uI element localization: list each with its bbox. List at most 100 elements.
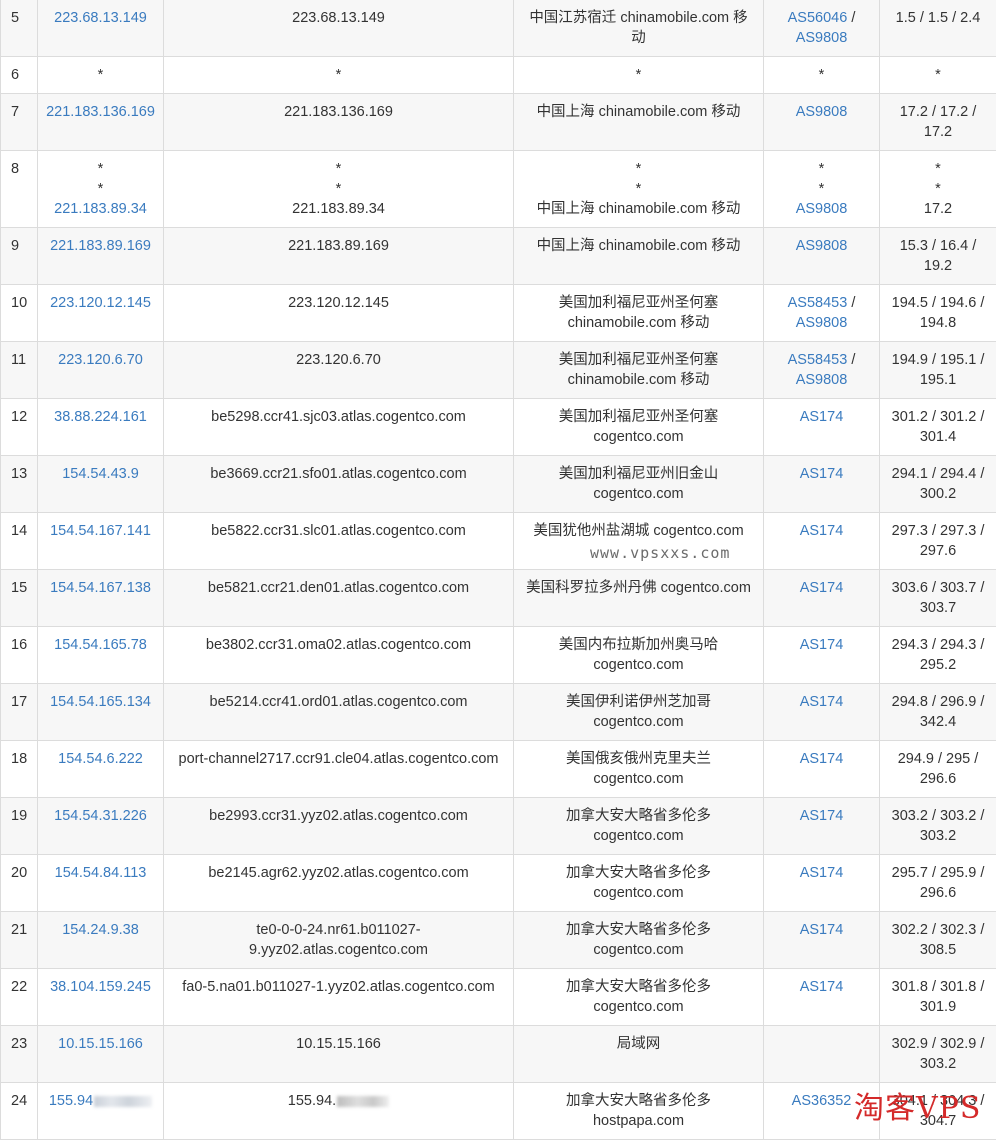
ip-cell: 154.54.43.9 (38, 456, 164, 513)
latency-cell: 302.9 / 302.9 /303.2 (880, 1026, 996, 1083)
ip-link[interactable]: 154.54.167.138 (50, 580, 151, 596)
ip-line: * (44, 179, 157, 199)
hostname-text: be3802.ccr31.oma02.atlas.cogentco.com (206, 637, 471, 653)
hop-number: 5 (1, 0, 38, 57)
latency-cell: 297.3 / 297.3 /297.6 (880, 513, 996, 570)
ip-text: 154.54.43.9 (62, 466, 139, 482)
location-line: 中国上海 chinamobile.com 移动 (520, 102, 757, 122)
latency-cell: 302.2 / 302.3 /308.5 (880, 912, 996, 969)
asn-link[interactable]: AS174 (770, 464, 873, 484)
table-row: 16154.54.165.78be3802.ccr31.oma02.atlas.… (1, 627, 996, 684)
hostname-cell: 221.183.136.169 (164, 94, 514, 151)
ip-link[interactable]: 154.54.84.113 (55, 865, 147, 881)
ip-link[interactable]: 154.54.167.141 (50, 523, 151, 539)
latency-line: 194.8 (886, 313, 990, 333)
asn-link[interactable]: AS58453 (788, 352, 848, 368)
location-line: 美国内布拉斯加州奥马哈 (520, 635, 757, 655)
location-line: cogentco.com (520, 997, 757, 1017)
location-line: cogentco.com (520, 655, 757, 675)
ip-link[interactable]: 154.54.165.78 (54, 637, 147, 653)
ip-link[interactable]: 223.68.13.149 (54, 10, 147, 26)
latency-cell: 294.1 / 294.4 /300.2 (880, 456, 996, 513)
latency-line: 342.4 (886, 712, 990, 732)
hostname-cell: 10.15.15.166 (164, 1026, 514, 1083)
asn-link[interactable]: AS9808 (770, 313, 873, 333)
ip-link[interactable]: 221.183.89.169 (50, 238, 151, 254)
latency-line: 294.3 / 294.3 / (886, 635, 990, 655)
hostname-text: 10.15.15.166 (296, 1036, 381, 1052)
asn-link[interactable]: AS9808 (770, 199, 873, 219)
latency-line: * (886, 179, 990, 199)
asn-link[interactable]: AS174 (770, 692, 873, 712)
table-row: 7221.183.136.169221.183.136.169中国上海 chin… (1, 94, 996, 151)
latency-line: 195.1 (886, 370, 990, 390)
latency-cell: 194.9 / 195.1 /195.1 (880, 342, 996, 399)
location-cell: 中国上海 chinamobile.com 移动 (514, 94, 764, 151)
ip-link[interactable]: 154.24.9.38 (62, 922, 139, 938)
ip-link[interactable]: 38.88.224.161 (54, 409, 147, 425)
ip-link[interactable]: 154.54.31.226 (54, 808, 147, 824)
ip-link[interactable]: 223.120.12.145 (50, 295, 151, 311)
asn-link[interactable]: AS174 (770, 407, 873, 427)
asn-link[interactable]: AS174 (770, 749, 873, 769)
location-cell: 中国上海 chinamobile.com 移动 (514, 228, 764, 285)
asn-link[interactable]: AS174 (770, 920, 873, 940)
hop-number: 15 (1, 570, 38, 627)
asn-link[interactable]: AS9808 (770, 28, 873, 48)
hostname-cell: be5214.ccr41.ord01.atlas.cogentco.com (164, 684, 514, 741)
latency-line: 17.2 / 17.2 / (886, 102, 990, 122)
asn-link[interactable]: AS174 (770, 635, 873, 655)
asn-link[interactable]: AS174 (770, 578, 873, 598)
latency-cell: 15.3 / 16.4 /19.2 (880, 228, 996, 285)
location-cell: * (514, 57, 764, 94)
ip-link[interactable]: 154.54.165.134 (50, 694, 151, 710)
latency-cell: 294.8 / 296.9 /342.4 (880, 684, 996, 741)
ip-link[interactable]: 154.54.43.9 (62, 466, 139, 482)
ip-text: * (98, 67, 104, 83)
latency-cell: * (880, 57, 996, 94)
ip-cell: 10.15.15.166 (38, 1026, 164, 1083)
ip-cell: 154.54.31.226 (38, 798, 164, 855)
asn-link[interactable]: AS174 (770, 977, 873, 997)
ip-link[interactable]: 10.15.15.166 (58, 1036, 143, 1052)
hop-number: 9 (1, 228, 38, 285)
latency-line: 297.3 / 297.3 / (886, 521, 990, 541)
hop-number: 17 (1, 684, 38, 741)
latency-line: 194.9 / 195.1 / (886, 350, 990, 370)
table-row: 24155.94155.94.加拿大安大略省多伦多hostpapa.comAS3… (1, 1083, 996, 1140)
hostname-cell: be3802.ccr31.oma02.atlas.cogentco.com (164, 627, 514, 684)
asn-link[interactable]: AS56046 (788, 10, 848, 26)
ip-cell: 155.94 (38, 1083, 164, 1140)
table-row: 15154.54.167.138be5821.ccr21.den01.atlas… (1, 570, 996, 627)
location-line: 美国科罗拉多州丹佛 cogentco.com (520, 578, 757, 598)
hop-number: 10 (1, 285, 38, 342)
ip-link[interactable]: 221.183.89.34 (44, 199, 157, 219)
asn-line: AS58453 / (770, 293, 873, 313)
asn-link[interactable]: AS58453 (788, 295, 848, 311)
ip-link[interactable]: 38.104.159.245 (50, 979, 151, 995)
table-row: 18154.54.6.222port-channel2717.ccr91.cle… (1, 741, 996, 798)
asn-cell: AS174 (764, 513, 880, 570)
ip-text: 221.183.89.169 (50, 238, 151, 254)
asn-link[interactable]: AS174 (770, 863, 873, 883)
hop-number: 19 (1, 798, 38, 855)
ip-link[interactable]: 221.183.136.169 (46, 104, 155, 120)
ip-link[interactable]: 155.94 (49, 1093, 152, 1109)
asn-link[interactable]: AS9808 (770, 370, 873, 390)
location-line: cogentco.com (520, 427, 757, 447)
asn-link[interactable]: AS174 (770, 806, 873, 826)
asn-link[interactable]: AS9808 (770, 236, 873, 256)
asn-link[interactable]: AS174 (770, 521, 873, 541)
location-line: 美国加利福尼亚州圣何塞 (520, 407, 757, 427)
table-row: 13154.54.43.9be3669.ccr21.sfo01.atlas.co… (1, 456, 996, 513)
ip-link[interactable]: 223.120.6.70 (58, 352, 143, 368)
ip-cell: 223.120.6.70 (38, 342, 164, 399)
location-line: 中国上海 chinamobile.com 移动 (520, 199, 757, 219)
ip-cell: 154.54.6.222 (38, 741, 164, 798)
ip-cell: 223.120.12.145 (38, 285, 164, 342)
asn-link[interactable]: AS9808 (770, 102, 873, 122)
ip-link[interactable]: 154.54.6.222 (58, 751, 143, 767)
location-line: 加拿大安大略省多伦多 (520, 806, 757, 826)
ip-text: 154.54.167.141 (50, 523, 151, 539)
ip-cell: 38.104.159.245 (38, 969, 164, 1026)
